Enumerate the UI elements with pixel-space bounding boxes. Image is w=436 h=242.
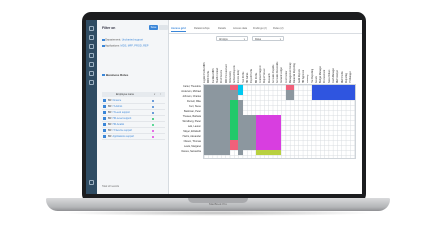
reports-icon[interactable]: [89, 62, 94, 67]
role-checkbox[interactable]: [103, 129, 106, 132]
apps-icon[interactable]: [89, 53, 94, 58]
filter-checkbox[interactable]: [102, 38, 105, 41]
access-block-gray[interactable]: [242, 115, 256, 150]
column-header[interactable]: REP Analyst: [336, 45, 340, 83]
column-header[interactable]: Report Viewer: [263, 45, 267, 83]
role-color-dot: [152, 123, 154, 126]
role-checkbox[interactable]: [103, 99, 106, 102]
tab-access-data[interactable]: Access data: [233, 27, 247, 30]
column-header[interactable]: MDS Profile: [207, 45, 211, 83]
section-checkbox[interactable]: [102, 73, 105, 76]
filter-checkbox[interactable]: [102, 44, 105, 47]
save-button[interactable]: Save: [149, 25, 158, 30]
column-header[interactable]: General Ledger: [280, 45, 284, 83]
access-block-olive[interactable]: [255, 150, 282, 155]
role-color-dot: [152, 111, 154, 114]
app-screen: Filter on Save Departement: Uncharted su…: [86, 20, 362, 194]
record-count: Total: 22 records: [102, 186, 119, 188]
tab-access-grid[interactable]: Access grid: [171, 27, 186, 32]
users-icon[interactable]: [89, 35, 94, 40]
section-title: Business Roles: [106, 73, 129, 77]
column-header[interactable]: Invoice Entry: [237, 45, 241, 83]
filter-icon[interactable]: ▾: [154, 92, 155, 97]
column-header[interactable]: Banking: [306, 45, 310, 83]
access-block-gray[interactable]: [204, 90, 239, 100]
brand-label: MacBook Pro: [208, 202, 227, 206]
access-block-cyan[interactable]: [238, 85, 243, 95]
chevron-down-icon: ▾: [279, 38, 281, 41]
settings-icon[interactable]: [89, 180, 94, 185]
column-header[interactable]: Facilities MDS: [212, 45, 216, 83]
roles-icon[interactable]: [89, 44, 94, 49]
access-grid: [203, 84, 356, 159]
filter-line-departement: Departement: Uncharted support: [102, 38, 143, 42]
column-header[interactable]: Research: [268, 45, 272, 83]
role-checkbox[interactable]: [103, 105, 106, 108]
filter-title: Filter on: [102, 26, 116, 30]
sort-icon[interactable]: ↕: [160, 92, 161, 97]
role-checkbox[interactable]: [103, 111, 106, 114]
filter-line-applications: Applications: MDS, MFF, PROD, REP: [102, 44, 149, 48]
reset-button[interactable]: [159, 25, 168, 30]
access-block-blue[interactable]: [311, 85, 355, 100]
table-header: Employee name ▾ ↕: [102, 92, 165, 97]
column-header[interactable]: Payroll Profile: [250, 45, 254, 83]
column-header[interactable]: REP Profile: [341, 45, 345, 83]
role-color-dot: [152, 99, 154, 102]
column-header[interactable]: IT Manager: [349, 45, 353, 83]
tab-relationships[interactable]: Relationships: [194, 27, 210, 30]
tab-details[interactable]: Details: [218, 27, 226, 30]
role-checkbox[interactable]: [103, 135, 106, 138]
column-header[interactable]: BR Profile: [255, 45, 259, 83]
role-row[interactable]: BR: Applications support: [102, 134, 165, 140]
role-checkbox[interactable]: [103, 117, 106, 120]
access-block-pink[interactable]: [229, 140, 239, 150]
nav-rail: [86, 20, 97, 194]
column-header[interactable]: Procurement: [323, 45, 327, 83]
access-block-gray[interactable]: [285, 90, 295, 100]
role-color-dot: [152, 135, 154, 138]
tab-findings[interactable]: Findings (2): [253, 27, 267, 30]
home-icon[interactable]: [89, 26, 94, 31]
role-color-dot: [152, 117, 154, 120]
role-color-dot: [152, 129, 154, 132]
access-block-magenta[interactable]: [255, 115, 282, 150]
tab-bar: Access grid Relationships Details Access…: [169, 26, 362, 34]
role-color-dot: [152, 105, 154, 108]
column-header[interactable]: Financial Reporting: [293, 45, 297, 83]
row-name[interactable]: Davies, Samantha: [174, 149, 201, 154]
column-header[interactable]: Tax Reporting: [311, 45, 315, 83]
chevron-down-icon: ▾: [243, 38, 245, 41]
filter-panel: Filter on Save Departement: Uncharted su…: [97, 20, 169, 194]
column-header[interactable]: Audit Reports: [298, 45, 302, 83]
column-header[interactable]: Prod Service: [220, 45, 224, 83]
app-select[interactable]: All Apps ▾: [216, 36, 248, 41]
findings-icon[interactable]: [89, 80, 94, 85]
rules-icon[interactable]: [89, 71, 94, 76]
role-checkbox[interactable]: [103, 123, 106, 126]
tab-rules[interactable]: Rules (2): [273, 27, 284, 30]
access-block-gray[interactable]: [204, 100, 230, 155]
column-header[interactable]: MFF Procurement: [225, 45, 229, 83]
view-select[interactable]: Roles ▾: [252, 36, 284, 41]
